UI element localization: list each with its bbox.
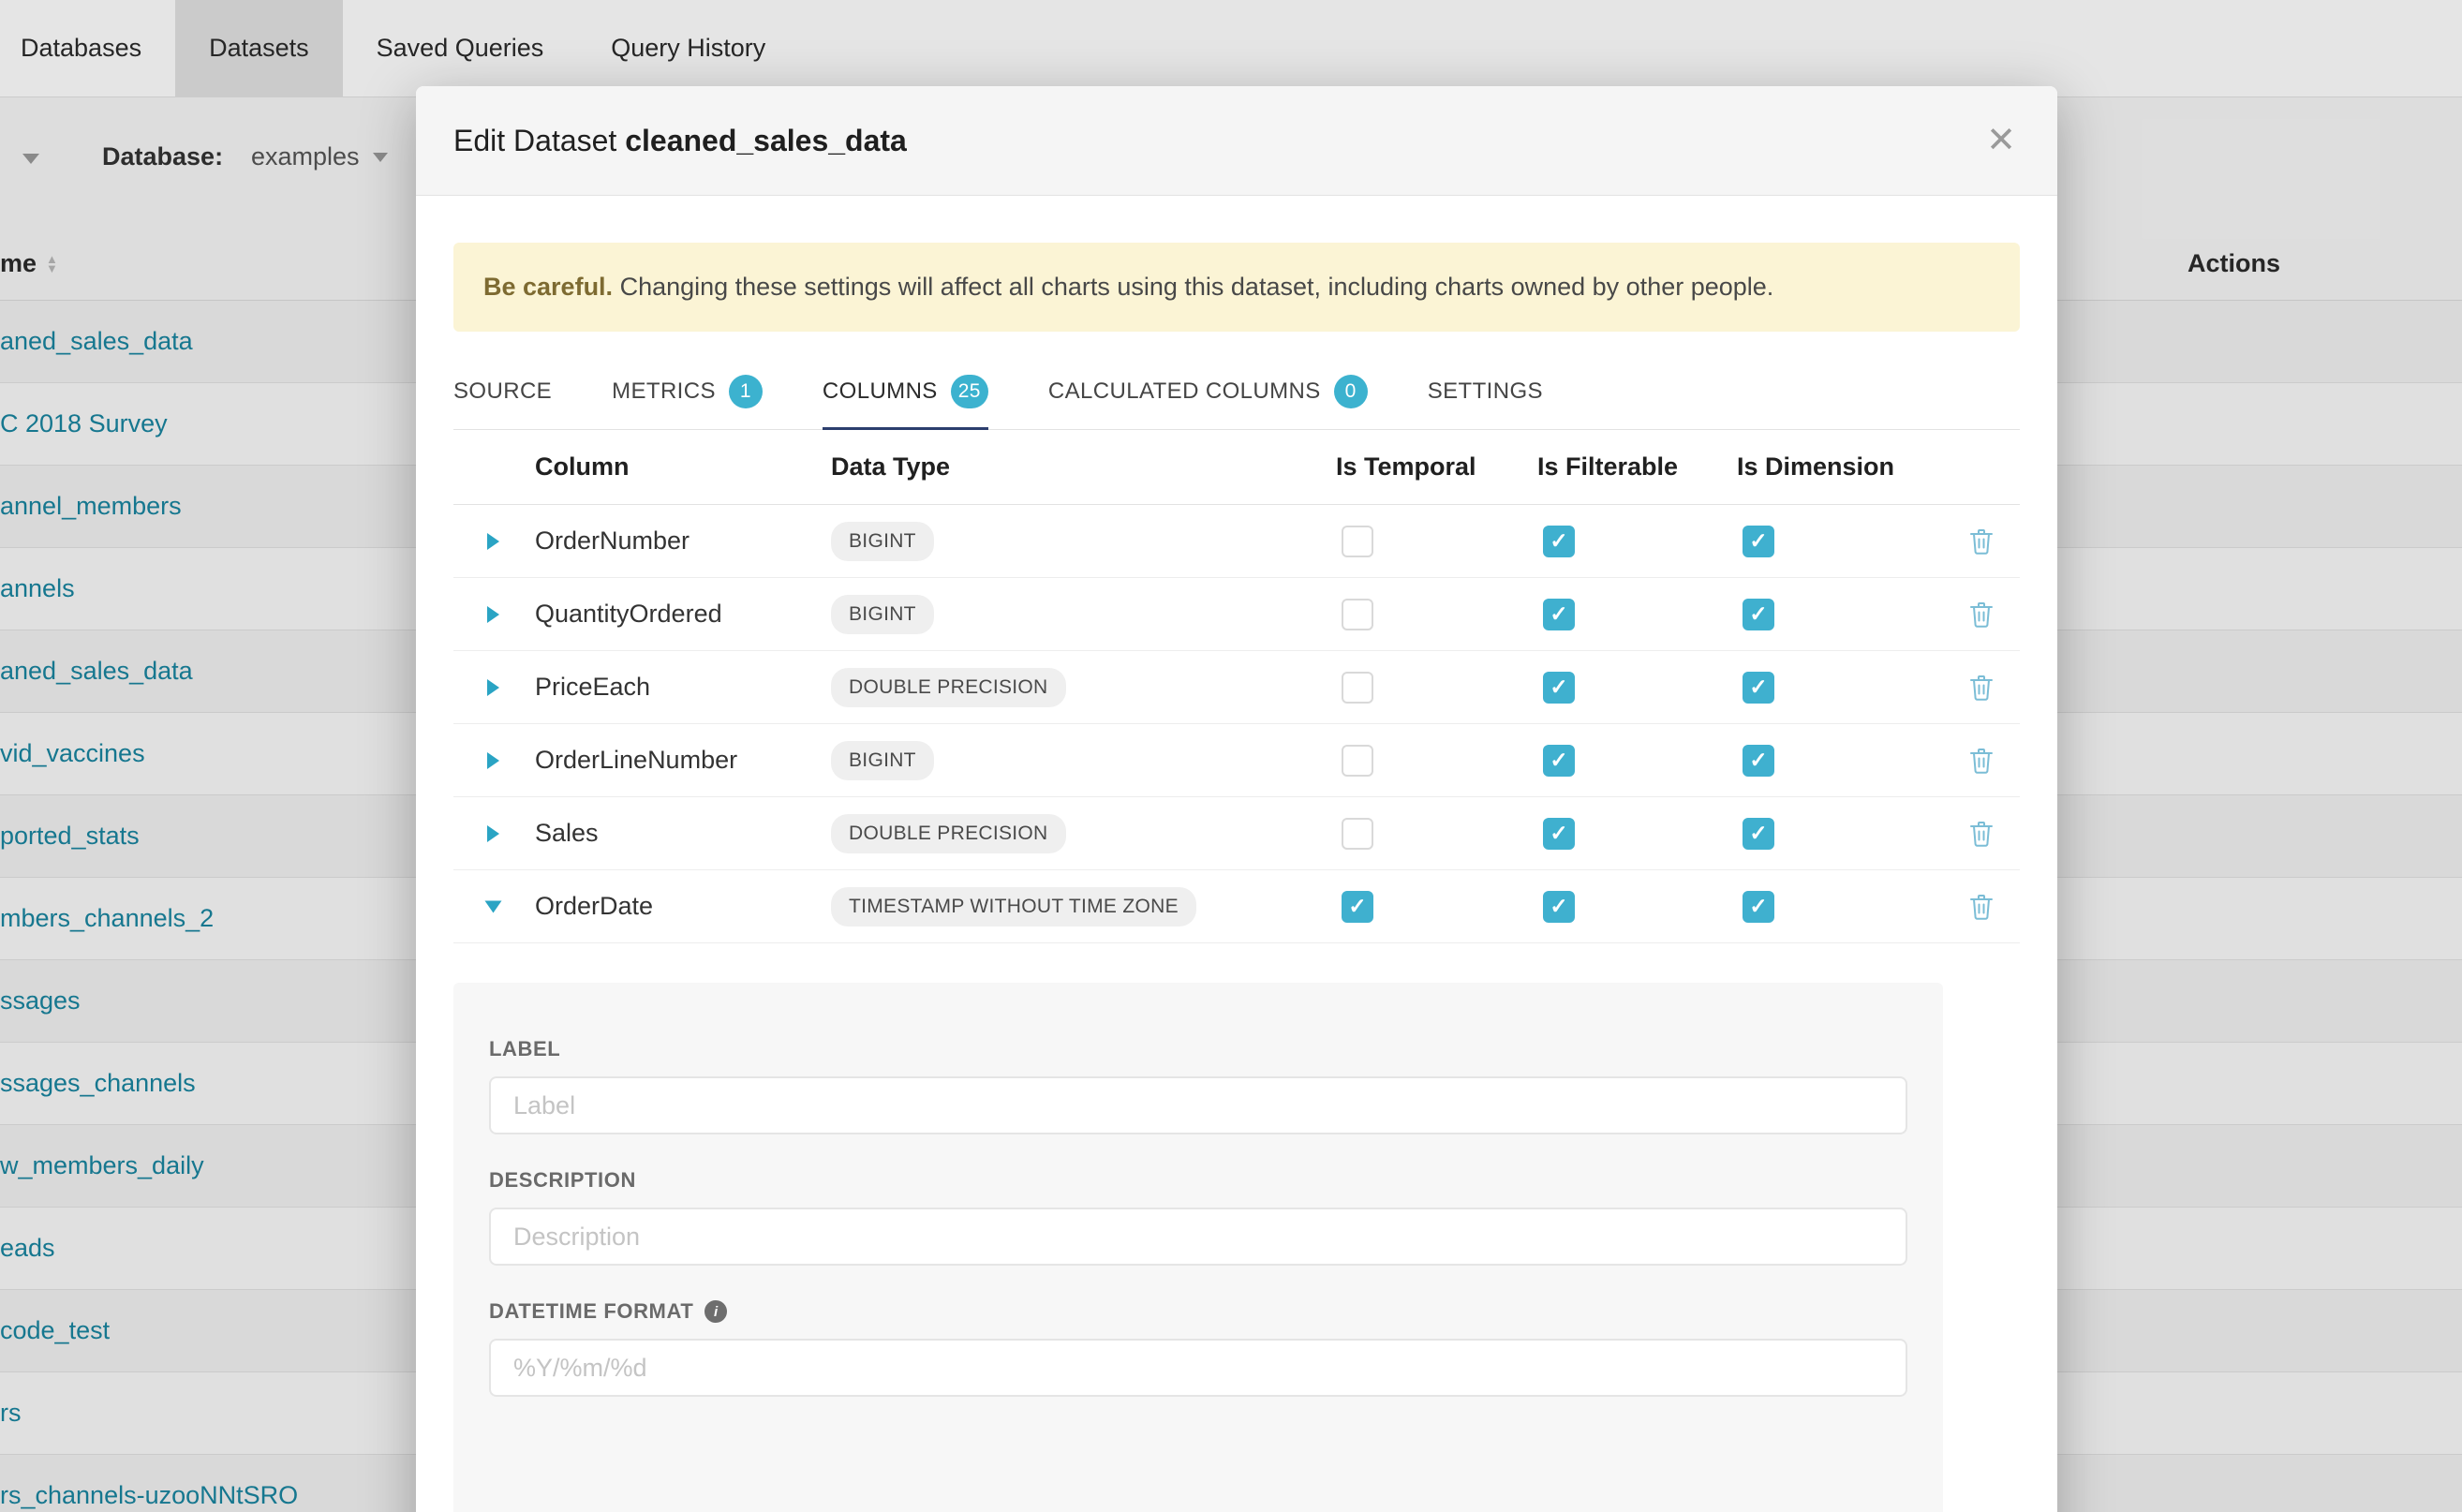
tab-label: SOURCE [453, 378, 552, 405]
is-filterable-checkbox[interactable] [1543, 672, 1575, 704]
label-field-label-text: LABEL [489, 1037, 560, 1061]
trash-icon[interactable] [1967, 819, 1995, 849]
is-dimension-checkbox[interactable] [1743, 818, 1774, 850]
data-type-pill: TIMESTAMP WITHOUT TIME ZONE [831, 887, 1196, 926]
close-icon[interactable]: ✕ [1986, 123, 2016, 158]
is-temporal-checkbox[interactable] [1342, 599, 1373, 630]
warning-banner: Be careful. Changing these settings will… [453, 243, 2020, 332]
tab-source[interactable]: SOURCE [453, 375, 552, 430]
is-temporal-checkbox[interactable] [1342, 745, 1373, 777]
tab-label: COLUMNS [823, 378, 938, 405]
trash-icon[interactable] [1967, 600, 1995, 630]
tab-label: METRICS [612, 378, 716, 405]
tab-columns[interactable]: COLUMNS 25 [823, 375, 988, 430]
column-detail-panel: LABEL DESCRIPTION DATETIME FORMAT i [453, 983, 1943, 1512]
caret-right-icon[interactable] [487, 533, 499, 550]
caret-down-icon[interactable] [485, 900, 502, 912]
modal-title: Edit Dataset cleaned_sales_data [453, 124, 907, 158]
modal-title-prefix: Edit Dataset [453, 124, 625, 157]
header-column: Column [535, 452, 831, 482]
warning-banner-text: Changing these settings will affect all … [613, 273, 1773, 301]
is-filterable-checkbox[interactable] [1543, 526, 1575, 557]
caret-right-icon[interactable] [487, 825, 499, 842]
table-row: OrderLineNumber BIGINT [453, 724, 2020, 797]
columns-table-header: Column Data Type Is Temporal Is Filterab… [453, 430, 2020, 505]
description-field-label: DESCRIPTION [489, 1168, 1907, 1193]
tab-calculated-columns[interactable]: CALCULATED COLUMNS 0 [1048, 375, 1368, 430]
column-name: PriceEach [535, 673, 831, 702]
label-field: LABEL [489, 1037, 1907, 1134]
is-filterable-checkbox[interactable] [1543, 599, 1575, 630]
is-dimension-checkbox[interactable] [1743, 526, 1774, 557]
header-data-type: Data Type [831, 452, 1336, 482]
data-type-pill: BIGINT [831, 522, 934, 561]
modal-tabs: SOURCE METRICS 1 COLUMNS 25 CALCULATED COL… [453, 375, 2020, 430]
column-name: OrderDate [535, 892, 831, 921]
column-name: OrderLineNumber [535, 746, 831, 775]
is-temporal-checkbox[interactable] [1342, 526, 1373, 557]
trash-icon[interactable] [1967, 526, 1995, 556]
label-input[interactable] [489, 1076, 1907, 1134]
data-type-pill: BIGINT [831, 741, 934, 780]
data-type-pill: BIGINT [831, 595, 934, 634]
calculated-columns-count-badge: 0 [1334, 375, 1368, 408]
is-filterable-checkbox[interactable] [1543, 818, 1575, 850]
header-is-dimension: Is Dimension [1737, 452, 1943, 482]
tab-label: SETTINGS [1428, 378, 1543, 405]
is-temporal-checkbox[interactable] [1342, 818, 1373, 850]
is-filterable-checkbox[interactable] [1543, 891, 1575, 923]
header-is-filterable: Is Filterable [1537, 452, 1737, 482]
is-temporal-checkbox[interactable] [1342, 672, 1373, 704]
trash-icon[interactable] [1967, 746, 1995, 776]
tab-label: CALCULATED COLUMNS [1048, 378, 1321, 405]
table-row: PriceEach DOUBLE PRECISION [453, 651, 2020, 724]
table-row: OrderNumber BIGINT [453, 505, 2020, 578]
trash-icon[interactable] [1967, 892, 1995, 922]
warning-banner-title: Be careful. [483, 273, 613, 301]
modal-body: Be careful. Changing these settings will… [416, 243, 2057, 1512]
columns-table: Column Data Type Is Temporal Is Filterab… [453, 430, 2020, 943]
is-dimension-checkbox[interactable] [1743, 891, 1774, 923]
is-dimension-checkbox[interactable] [1743, 745, 1774, 777]
datetime-format-field-label: DATETIME FORMAT i [489, 1299, 1907, 1324]
datetime-format-label-text: DATETIME FORMAT [489, 1299, 693, 1324]
tab-metrics[interactable]: METRICS 1 [612, 375, 763, 430]
caret-right-icon[interactable] [487, 752, 499, 769]
datetime-format-input[interactable] [489, 1339, 1907, 1397]
metrics-count-badge: 1 [729, 375, 763, 408]
table-row: OrderDate TIMESTAMP WITHOUT TIME ZONE [453, 870, 2020, 943]
info-icon[interactable]: i [704, 1300, 727, 1323]
is-filterable-checkbox[interactable] [1543, 745, 1575, 777]
table-row: QuantityOrdered BIGINT [453, 578, 2020, 651]
caret-right-icon[interactable] [487, 679, 499, 696]
column-name: Sales [535, 819, 831, 848]
label-field-label: LABEL [489, 1037, 1907, 1061]
datetime-format-field: DATETIME FORMAT i [489, 1299, 1907, 1397]
tab-settings[interactable]: SETTINGS [1428, 375, 1543, 430]
edit-dataset-modal: Edit Dataset cleaned_sales_data ✕ Be car… [416, 86, 2057, 1512]
modal-title-dataset-name: cleaned_sales_data [625, 124, 907, 157]
modal-header: Edit Dataset cleaned_sales_data ✕ [416, 86, 2057, 196]
is-temporal-checkbox[interactable] [1342, 891, 1373, 923]
header-is-temporal: Is Temporal [1336, 452, 1537, 482]
is-dimension-checkbox[interactable] [1743, 672, 1774, 704]
column-name: OrderNumber [535, 526, 831, 556]
table-row: Sales DOUBLE PRECISION [453, 797, 2020, 870]
caret-right-icon[interactable] [487, 606, 499, 623]
columns-count-badge: 25 [951, 375, 988, 408]
data-type-pill: DOUBLE PRECISION [831, 668, 1066, 707]
description-input[interactable] [489, 1208, 1907, 1266]
trash-icon[interactable] [1967, 673, 1995, 703]
data-type-pill: DOUBLE PRECISION [831, 814, 1066, 853]
column-name: QuantityOrdered [535, 600, 831, 629]
is-dimension-checkbox[interactable] [1743, 599, 1774, 630]
description-field-label-text: DESCRIPTION [489, 1168, 636, 1193]
description-field: DESCRIPTION [489, 1168, 1907, 1266]
